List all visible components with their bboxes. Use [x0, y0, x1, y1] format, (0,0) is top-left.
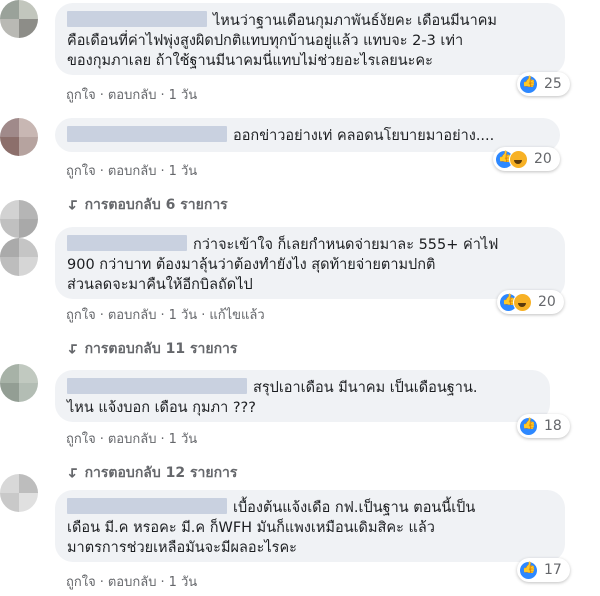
- like-icon: [519, 74, 538, 94]
- reaction-count: 20: [538, 294, 556, 310]
- reaction-summary[interactable]: 17: [517, 558, 570, 582]
- like-button[interactable]: ถูกใจ: [66, 432, 96, 447]
- reply-button[interactable]: ตอบกลับ: [108, 88, 157, 103]
- comment-actions: ถูกใจ · ตอบกลับ · 1 วัน · แก้ไขแล้ว: [66, 308, 265, 323]
- commenter-name[interactable]: [67, 378, 247, 394]
- reaction-count: 20: [534, 151, 552, 167]
- view-replies-label: การตอบกลับ 12 รายการ: [84, 465, 238, 481]
- reaction-count: 25: [544, 76, 562, 92]
- comment-text-line: ออกข่าวอย่างเท่ คลอดนโยบายมาอย่าง....: [233, 128, 495, 144]
- haha-icon: [509, 149, 528, 169]
- reply-button[interactable]: ตอบกลับ: [108, 164, 157, 179]
- avatar[interactable]: [0, 200, 38, 238]
- comment-actions: ถูกใจ · ตอบกลับ · 1 วัน: [66, 432, 198, 447]
- timestamp[interactable]: 1 วัน: [169, 308, 198, 323]
- comment-bubble: สรุปเอาเดือน มีนาคม เป็นเดือนฐาน. ไหน แจ…: [55, 370, 550, 422]
- comment-text-line: ไหน แจ้งบอก เดือน กุมภา ???: [67, 400, 256, 416]
- like-button[interactable]: ถูกใจ: [66, 575, 96, 590]
- timestamp[interactable]: 1 วัน: [169, 164, 198, 179]
- reply-button[interactable]: ตอบกลับ: [108, 575, 157, 590]
- reaction-summary[interactable]: 25: [517, 72, 570, 96]
- reaction-count: 18: [544, 418, 562, 434]
- reaction-summary[interactable]: 18: [517, 414, 570, 438]
- like-icon: [519, 416, 538, 436]
- like-button[interactable]: ถูกใจ: [66, 308, 96, 323]
- reaction-count: 17: [544, 562, 562, 578]
- comment-actions: ถูกใจ · ตอบกลับ · 1 วัน: [66, 88, 198, 103]
- avatar[interactable]: [0, 474, 38, 512]
- avatar[interactable]: [0, 0, 38, 38]
- reply-arrow-icon: ↵: [63, 465, 82, 479]
- comment-text-line: มาตรการช่วยเหลือมันจะมีผลอะไรคะ: [67, 540, 297, 556]
- reaction-summary[interactable]: 20: [497, 290, 564, 314]
- comment-text-line: ส่วนลดจะมาคืนให้อีกบิลถัดไป: [67, 277, 253, 293]
- comment-text-line: กว่าจะเข้าใจ ก็เลยกำหนดจ่ายมาละ 555+ ค่า…: [193, 237, 499, 253]
- haha-icon: [513, 292, 532, 312]
- view-replies-link[interactable]: ↵ การตอบกลับ 11 รายการ: [63, 338, 238, 360]
- timestamp[interactable]: 1 วัน: [169, 575, 198, 590]
- view-replies-label: การตอบกลับ 11 รายการ: [84, 341, 238, 357]
- like-icon: [519, 560, 538, 580]
- like-button[interactable]: ถูกใจ: [66, 88, 96, 103]
- reaction-summary[interactable]: 20: [493, 147, 560, 171]
- reply-button[interactable]: ตอบกลับ: [108, 308, 157, 323]
- comment-text-line: ไหนว่าฐานเดือนกุมภาพันธ์งัยคะ เดือนมีนาค…: [213, 13, 497, 29]
- edited-label[interactable]: แก้ไขแล้ว: [209, 308, 264, 323]
- commenter-name[interactable]: [67, 126, 227, 142]
- comment-bubble: เบื้องต้นแจ้งเดือ กฟ.เป็นฐาน ตอนนี้เป็น …: [55, 490, 565, 562]
- reply-button[interactable]: ตอบกลับ: [108, 432, 157, 447]
- commenter-name[interactable]: [67, 498, 227, 514]
- comment-text-line: สรุปเอาเดือน มีนาคม เป็นเดือนฐาน.: [253, 380, 478, 396]
- comment-text-line: คือเดือนที่ค่าไฟพุ่งสูงผิดปกติแทบทุกบ้าน…: [67, 33, 464, 49]
- avatar[interactable]: [0, 364, 38, 402]
- view-replies-label: การตอบกลับ 6 รายการ: [84, 197, 228, 213]
- like-button[interactable]: ถูกใจ: [66, 164, 96, 179]
- commenter-name[interactable]: [67, 11, 207, 27]
- comment-text-line: 900 กว่าบาท ต้องมาลุ้นว่าต้องทำยังไง สุด…: [67, 257, 436, 273]
- reply-arrow-icon: ↵: [63, 341, 82, 355]
- view-replies-link[interactable]: ↵ การตอบกลับ 12 รายการ: [63, 462, 238, 484]
- comment-actions: ถูกใจ · ตอบกลับ · 1 วัน: [66, 575, 198, 590]
- comment-bubble: ไหนว่าฐานเดือนกุมภาพันธ์งัยคะ เดือนมีนาค…: [55, 3, 565, 75]
- comment-text-line: ของกุมภาเลย ถ้าใช้ฐานมีนาคมนี่แทบไม่ช่วย…: [67, 53, 433, 69]
- view-replies-link[interactable]: ↵ การตอบกลับ 6 รายการ: [63, 194, 228, 216]
- timestamp[interactable]: 1 วัน: [169, 88, 198, 103]
- avatar: [0, 238, 38, 276]
- comment-bubble: ออกข่าวอย่างเท่ คลอดนโยบายมาอย่าง....: [55, 118, 560, 152]
- commenter-name[interactable]: [67, 235, 187, 251]
- comment-text-line: เดือน มี.ค หรอคะ มี.ค ก็WFH มันก็แพงเหมื…: [67, 520, 435, 536]
- reply-arrow-icon: ↵: [63, 197, 82, 211]
- timestamp[interactable]: 1 วัน: [169, 432, 198, 447]
- comment-text-line: เบื้องต้นแจ้งเดือ กฟ.เป็นฐาน ตอนนี้เป็น: [233, 500, 476, 516]
- avatar[interactable]: [0, 118, 38, 156]
- comment-bubble: กว่าจะเข้าใจ ก็เลยกำหนดจ่ายมาละ 555+ ค่า…: [55, 227, 565, 299]
- comment-actions: ถูกใจ · ตอบกลับ · 1 วัน: [66, 164, 198, 179]
